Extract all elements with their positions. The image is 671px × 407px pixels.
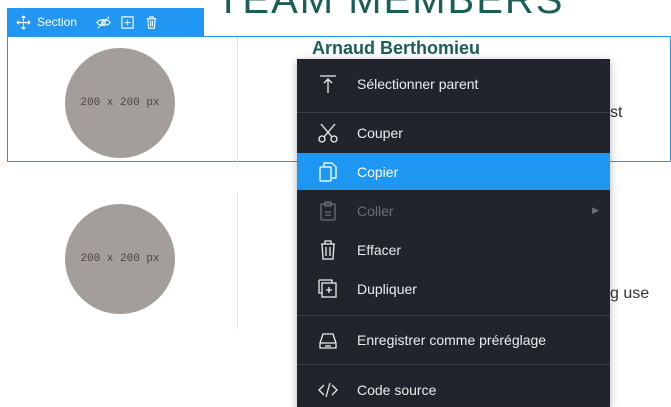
column-divider <box>237 37 238 162</box>
page-heading: TEAM MEMBERS <box>216 0 565 22</box>
body-text-fragment: g use <box>610 285 650 302</box>
scissors-icon <box>316 121 340 145</box>
menu-item-label: Dupliquer <box>357 280 417 297</box>
menu-item-label: Coller <box>357 202 394 219</box>
menu-item-label: Couper <box>357 124 403 141</box>
context-menu: Sélectionner parent Couper Copier Coller… <box>297 59 610 407</box>
code-icon <box>316 378 340 402</box>
eye-off-icon[interactable] <box>95 14 111 30</box>
menu-item-delete[interactable]: Effacer <box>297 231 610 268</box>
menu-separator <box>297 112 610 113</box>
menu-item-label: Enregistrer comme préréglage <box>357 331 547 348</box>
menu-item-select-parent[interactable]: Sélectionner parent <box>297 65 610 102</box>
menu-item-paste[interactable]: Coller ▶ <box>297 192 610 229</box>
body-text-fragment: st <box>610 104 623 121</box>
section-toolbar: Section <box>7 8 204 36</box>
select-parent-icon <box>316 72 340 96</box>
menu-item-label: Sélectionner parent <box>357 75 479 92</box>
duplicate-icon[interactable] <box>119 14 135 30</box>
member-name: Arnaud Berthomieu <box>312 38 481 58</box>
menu-item-label: Effacer <box>357 241 402 258</box>
copy-icon <box>316 160 340 184</box>
menu-separator <box>297 315 610 316</box>
section-label: Section <box>37 15 78 29</box>
menu-separator <box>297 364 610 365</box>
submenu-arrow-icon: ▶ <box>592 205 599 215</box>
menu-item-source-code[interactable]: Code source <box>297 371 610 407</box>
trash-icon[interactable] <box>143 14 159 30</box>
menu-item-copy[interactable]: Copier <box>297 153 610 190</box>
menu-item-label: Copier <box>357 163 399 180</box>
move-icon[interactable] <box>15 14 31 30</box>
menu-item-save-preset[interactable]: Enregistrer comme préréglage <box>297 321 610 358</box>
menu-item-cut[interactable]: Couper <box>297 114 610 151</box>
menu-item-label: Code source <box>357 381 437 398</box>
paste-icon <box>316 199 340 223</box>
image-placeholder: 200 x 200 px <box>65 204 175 314</box>
trash-icon <box>316 238 340 262</box>
image-placeholder: 200 x 200 px <box>65 48 175 158</box>
menu-item-duplicate[interactable]: Dupliquer <box>297 270 610 307</box>
column-divider <box>237 192 238 329</box>
duplicate-icon <box>316 277 340 301</box>
save-preset-icon <box>316 328 340 352</box>
